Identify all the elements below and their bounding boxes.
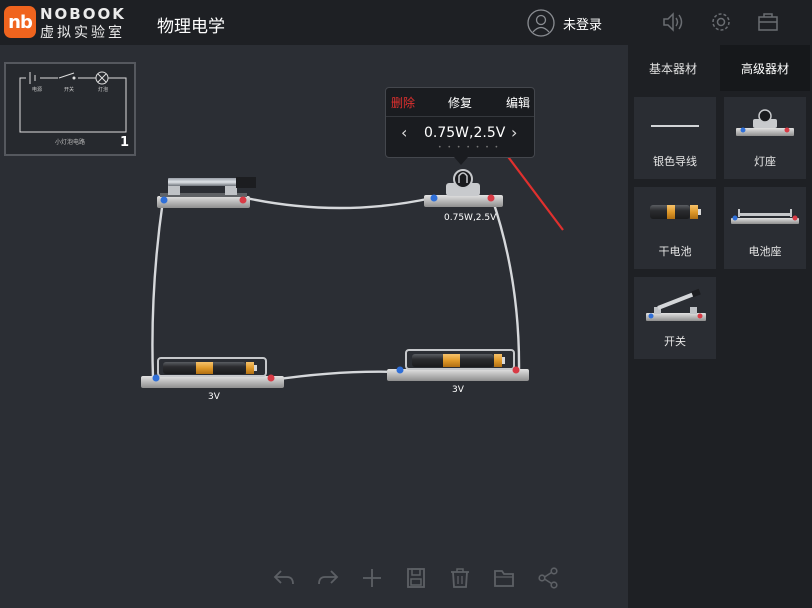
battery-holder-icon — [731, 209, 799, 224]
tab-basic-equipment[interactable]: 基本器材 — [628, 45, 718, 91]
lamp-label: 0.75W,2.5V — [444, 213, 497, 223]
battery-icon — [650, 205, 701, 219]
switch-component — [157, 177, 256, 208]
folder-icon[interactable] — [493, 567, 515, 589]
lamp-holder-icon — [736, 109, 794, 136]
tab-advanced-equipment[interactable]: 高级器材 — [720, 45, 810, 91]
toolbox-icon[interactable] — [757, 11, 779, 33]
battery-1-label: 3V — [208, 392, 220, 402]
wire-switch-battery1 — [151, 199, 165, 379]
wire-battery1-battery2 — [271, 370, 399, 382]
battery-1-component — [141, 357, 284, 388]
equipment-label: 开关 — [664, 335, 686, 348]
edit-button[interactable]: 编辑 — [506, 94, 530, 111]
popup-tail — [454, 157, 468, 165]
next-spec-button[interactable]: › — [511, 123, 517, 142]
wire-icon — [651, 125, 699, 127]
delete-button[interactable]: 删除 — [391, 94, 415, 111]
spec-page-dots: • • • • • • • — [438, 144, 501, 151]
equipment-item-battery[interactable]: 干电池 — [634, 187, 716, 269]
equipment-item-wire[interactable]: 银色导线 — [634, 97, 716, 179]
undo-icon[interactable] — [272, 567, 296, 589]
settings-icon[interactable] — [710, 11, 732, 33]
switch-icon — [646, 288, 706, 321]
equipment-label: 灯座 — [754, 155, 776, 168]
sound-icon[interactable] — [662, 11, 686, 33]
equipment-panel: 基本器材 高级器材 银色导线 灯座 干电池 电池座 开关 — [628, 45, 812, 608]
popup-divider — [386, 116, 534, 117]
spec-value: 0.75W,2.5V — [424, 125, 506, 141]
equipment-label: 银色导线 — [653, 155, 697, 168]
component-popup: 删除 修复 编辑 ‹ 0.75W,2.5V › • • • • • • • — [385, 87, 535, 165]
redo-icon[interactable] — [316, 567, 340, 589]
battery-2-component — [387, 349, 529, 381]
share-icon[interactable] — [537, 567, 559, 589]
prev-spec-button[interactable]: ‹ — [401, 123, 407, 142]
repair-button[interactable]: 修复 — [448, 94, 472, 111]
delete-icon[interactable] — [449, 567, 471, 589]
save-icon[interactable] — [405, 567, 427, 589]
add-icon[interactable] — [361, 567, 383, 589]
equipment-label: 电池座 — [748, 245, 782, 258]
wire-lamp-battery2 — [490, 197, 521, 373]
battery-2-label: 3V — [452, 385, 464, 395]
equipment-item-battery-holder[interactable]: 电池座 — [724, 187, 806, 269]
equipment-item-lamp-holder[interactable]: 灯座 — [724, 97, 806, 179]
wires — [151, 196, 521, 382]
wire-switch-lamp — [245, 196, 433, 210]
equipment-label: 干电池 — [658, 245, 692, 258]
lamp-component — [424, 169, 503, 207]
equipment-item-switch[interactable]: 开关 — [634, 277, 716, 359]
